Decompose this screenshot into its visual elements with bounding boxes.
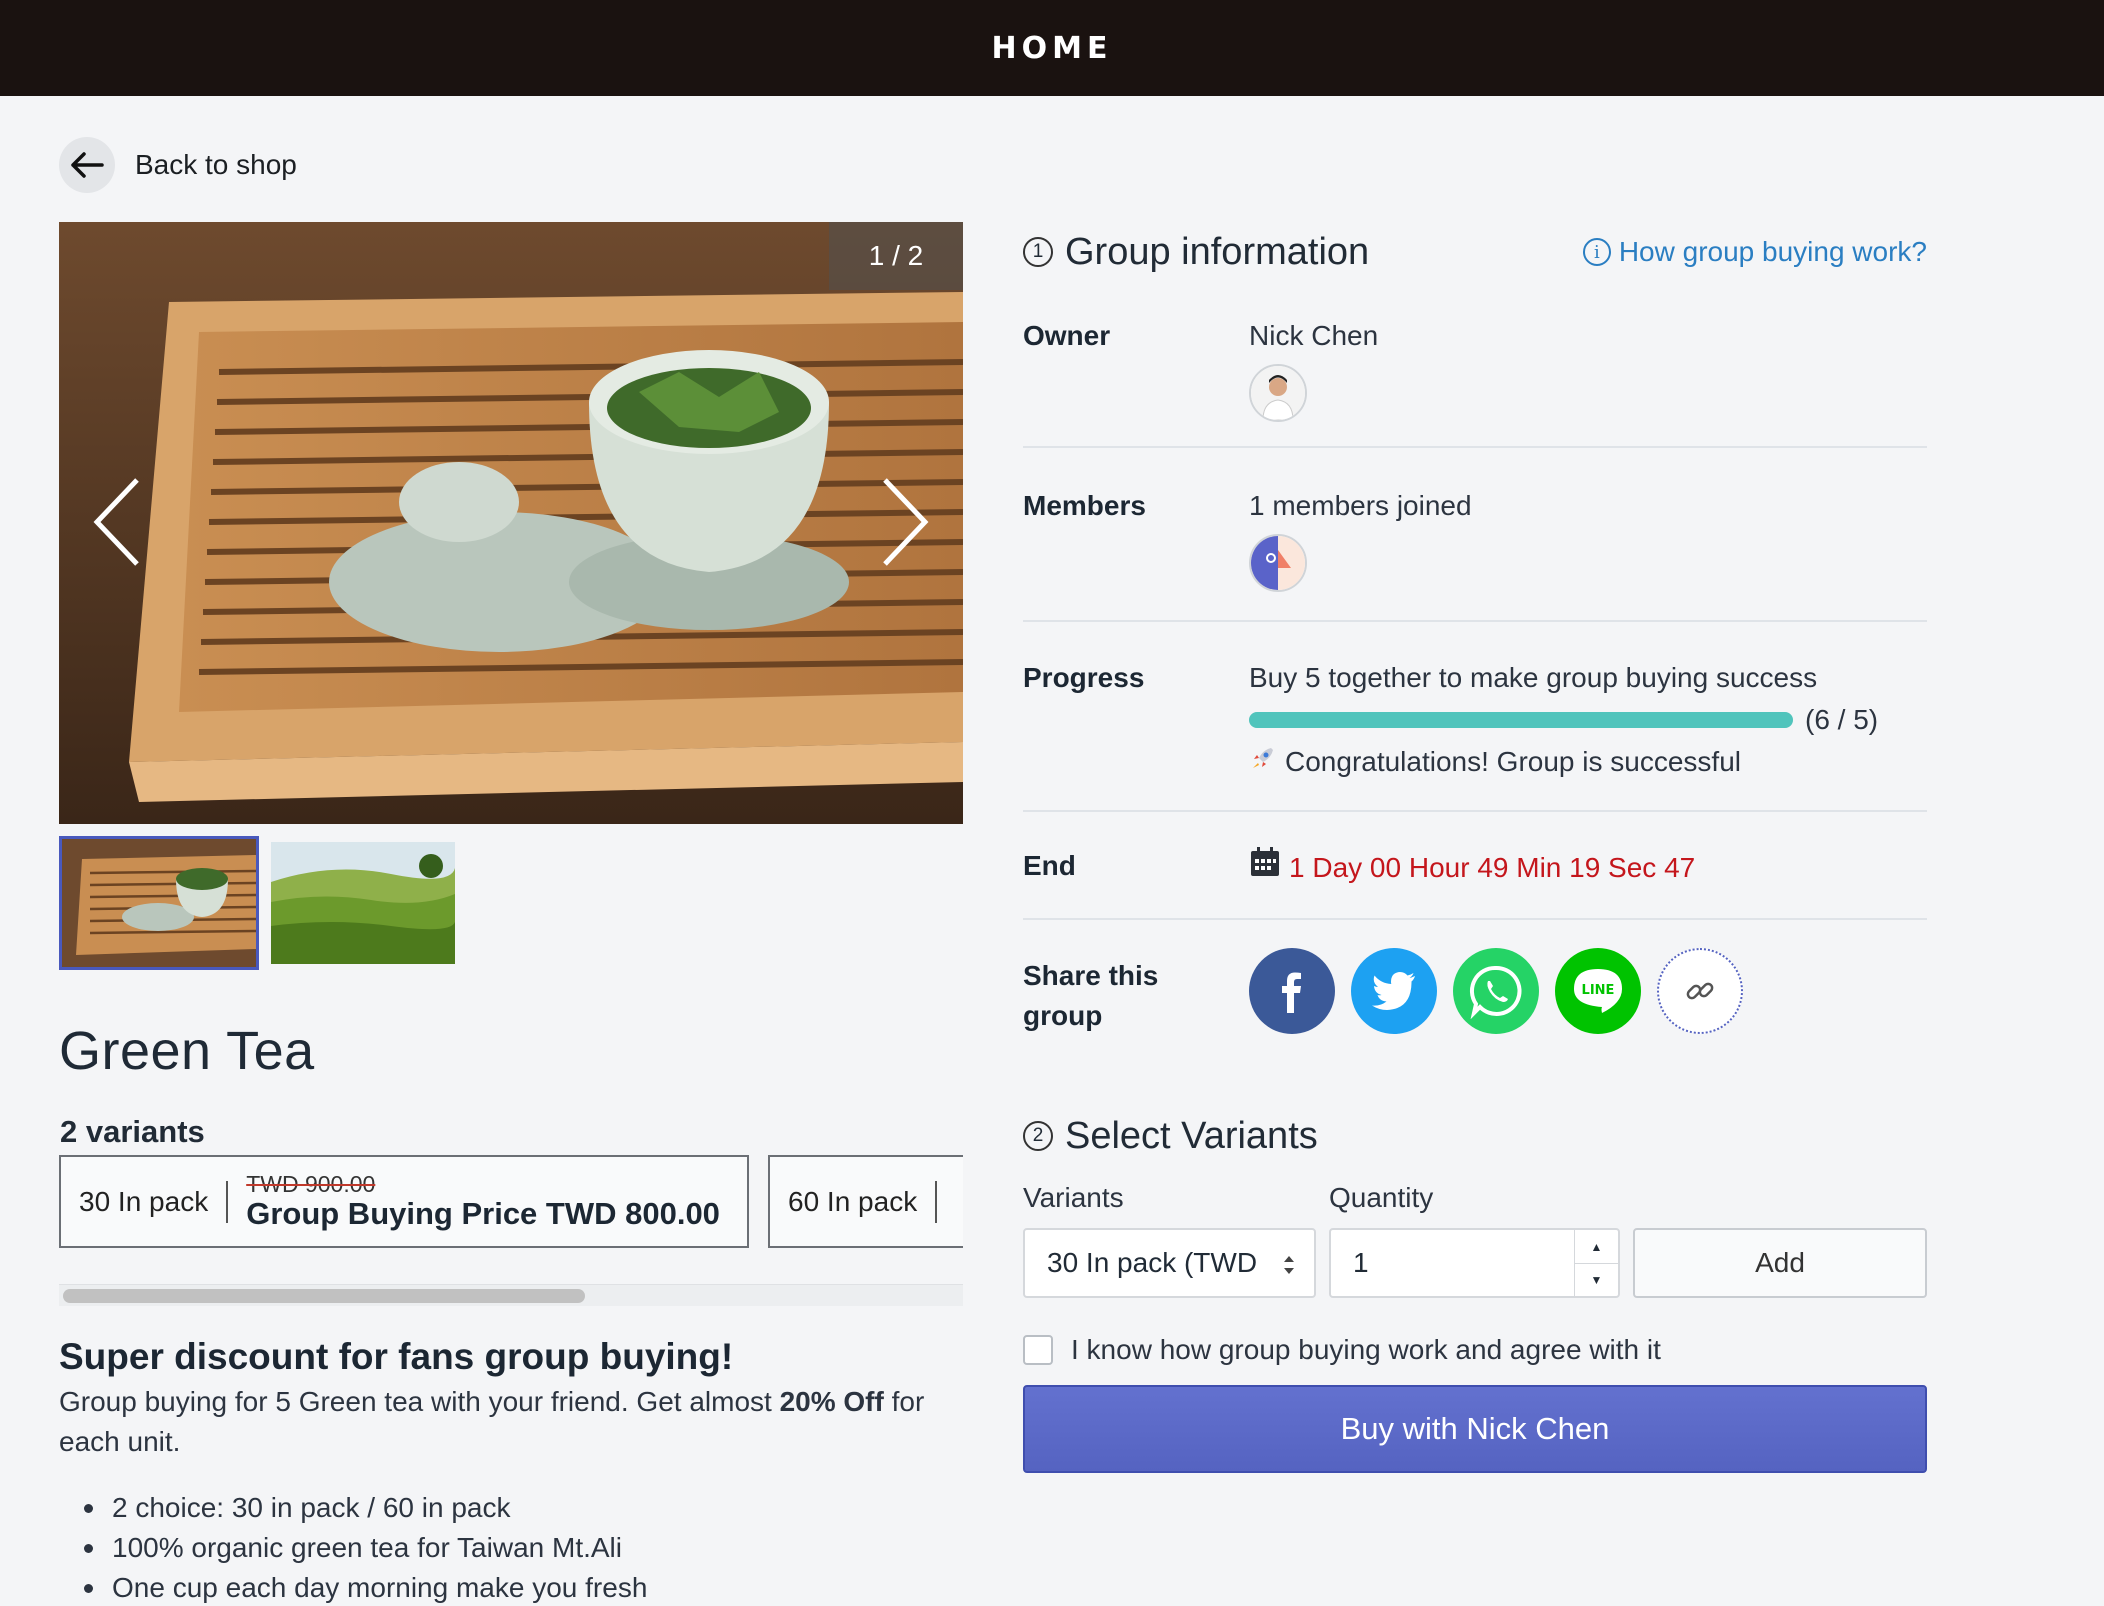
quantity-stepper[interactable]: 1 ▲ ▼ — [1329, 1228, 1620, 1298]
quantity-value: 1 — [1353, 1247, 1369, 1278]
selected-variant: 30 In pack (TWD — [1047, 1247, 1258, 1278]
line-icon: LINE — [1574, 969, 1622, 1013]
thumbnail-tea-field[interactable] — [271, 842, 455, 964]
whatsapp-icon — [1470, 965, 1522, 1019]
image-counter: 1 / 2 — [829, 222, 963, 290]
progress-success-message: Congratulations! Group is successful — [1285, 745, 1741, 777]
description-bullets: 2 choice: 30 in pack / 60 in pack 100% o… — [83, 1488, 647, 1606]
product-image-carousel[interactable]: 1 / 2 — [59, 222, 963, 824]
agree-label: I know how group buying work and agree w… — [1071, 1334, 1661, 1365]
members-count: 1 members joined — [1249, 490, 1472, 521]
copy-link-button[interactable] — [1657, 948, 1743, 1034]
variant-pack-label: 30 In pack — [79, 1185, 209, 1217]
members-row: Members 1 members joined — [1023, 450, 1927, 622]
owner-label: Owner — [1023, 320, 1111, 351]
select-variants-header: 2 Select Variants — [1023, 1106, 1927, 1166]
agree-checkbox[interactable] — [1023, 1335, 1053, 1365]
description-title: Super discount for fans group buying! — [59, 1336, 734, 1377]
group-information-header: 1 Group information i How group buying w… — [1023, 222, 1927, 282]
progress-label: Progress — [1023, 662, 1145, 693]
twitter-icon — [1372, 972, 1415, 1010]
twitter-share-button[interactable] — [1351, 948, 1437, 1034]
scrollbar-thumb[interactable] — [63, 1289, 585, 1303]
section-title: Select Variants — [1065, 1114, 1318, 1157]
progress-bar-fill — [1249, 712, 1793, 728]
product-title: Green Tea — [59, 1021, 315, 1081]
end-row: End 1 Day 00 Hour 49 Min 19 Sec 47 — [1023, 812, 1927, 920]
rocket-icon — [1249, 744, 1277, 779]
whatsapp-share-button[interactable] — [1453, 948, 1539, 1034]
countdown-timer: 1 Day 00 Hour 49 Min 19 Sec 47 — [1289, 851, 1696, 883]
step-number-icon: 2 — [1023, 1121, 1053, 1151]
carousel-next-arrow-icon[interactable] — [875, 472, 935, 572]
green-tea-photo — [59, 222, 963, 824]
facebook-icon — [1282, 972, 1301, 1013]
section-title: Group information — [1065, 230, 1370, 273]
info-icon: i — [1582, 238, 1611, 266]
member-avatar — [1249, 534, 1307, 592]
add-button[interactable]: Add — [1633, 1228, 1927, 1298]
end-label: End — [1023, 850, 1076, 881]
top-navigation-bar: HOME — [0, 0, 2104, 96]
thumbnail-list — [59, 836, 455, 970]
carousel-prev-arrow-icon[interactable] — [87, 472, 147, 572]
back-arrow-icon — [59, 137, 115, 193]
variant-card-60-pack[interactable]: 60 In pack — [768, 1155, 963, 1248]
progress-bar — [1249, 712, 1793, 728]
quantity-label: Quantity — [1329, 1182, 1434, 1213]
progress-description: Buy 5 together to make group buying succ… — [1249, 662, 1818, 693]
owner-name: Nick Chen — [1249, 320, 1379, 351]
owner-row: Owner Nick Chen — [1023, 308, 1927, 448]
list-item: One cup each day morning make you fresh — [83, 1568, 647, 1606]
share-label: Share this group — [1023, 960, 1159, 1031]
agree-terms: I know how group buying work and agree w… — [1023, 1334, 1661, 1366]
owner-avatar — [1249, 364, 1307, 422]
members-label: Members — [1023, 490, 1146, 521]
variants-count: 2 variants — [60, 1114, 205, 1149]
variant-strip-scrollbar[interactable] — [59, 1284, 963, 1306]
how-group-buying-link[interactable]: i How group buying work? — [1582, 236, 1927, 268]
list-item: 100% organic green tea for Taiwan Mt.Ali — [83, 1528, 647, 1568]
list-item: 2 choice: 30 in pack / 60 in pack — [83, 1488, 647, 1528]
back-to-shop-label: Back to shop — [135, 149, 297, 180]
select-updown-icon — [1282, 1252, 1296, 1284]
progress-count: (6 / 5) — [1805, 704, 1879, 735]
step-number-icon: 1 — [1023, 237, 1053, 267]
variant-original-price: TWD 900.00 — [246, 1170, 376, 1197]
buy-with-owner-button[interactable]: Buy with Nick Chen — [1023, 1385, 1927, 1473]
variant-card-30-pack[interactable]: 30 In pack TWD 900.00 Group Buying Price… — [59, 1155, 749, 1248]
facebook-share-button[interactable] — [1249, 948, 1335, 1034]
variant-pack-label: 60 In pack — [788, 1185, 918, 1217]
home-link[interactable]: HOME — [992, 31, 1113, 66]
line-share-button[interactable]: LINE — [1555, 948, 1641, 1034]
variants-label: Variants — [1023, 1182, 1124, 1213]
variant-select[interactable]: 30 In pack (TWD — [1023, 1228, 1316, 1298]
decrement-icon[interactable]: ▼ — [1575, 1263, 1618, 1296]
description-body: Group buying for 5 Green tea with your f… — [59, 1386, 925, 1457]
thumbnail-tea-tray[interactable] — [59, 836, 259, 970]
variant-card-strip[interactable]: 30 In pack TWD 900.00 Group Buying Price… — [59, 1155, 963, 1251]
share-row: Share this group LINE — [1023, 948, 1927, 1078]
back-to-shop-link[interactable]: Back to shop — [59, 137, 297, 193]
calendar-icon — [1249, 846, 1281, 889]
variant-group-price: Group Buying Price TWD 800.00 — [246, 1195, 720, 1231]
progress-row: Progress Buy 5 together to make group bu… — [1023, 622, 1927, 812]
svg-text:LINE: LINE — [1582, 983, 1615, 998]
increment-icon[interactable]: ▲ — [1575, 1230, 1618, 1263]
divider — [935, 1180, 938, 1223]
link-icon — [1686, 982, 1714, 1000]
